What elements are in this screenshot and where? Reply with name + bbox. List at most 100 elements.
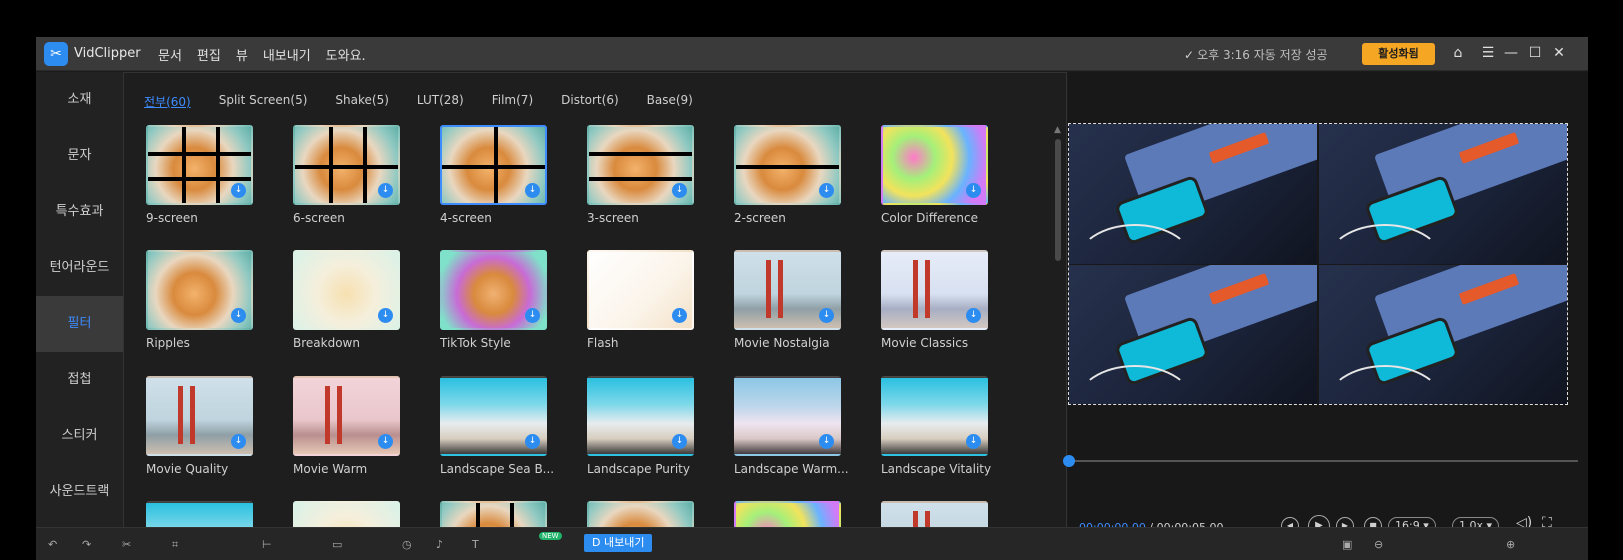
menu-edit[interactable]: 편집 bbox=[197, 45, 221, 64]
sidebar-item-effects[interactable]: 특수효과 bbox=[36, 184, 123, 240]
download-icon[interactable]: ↓ bbox=[819, 308, 834, 323]
filter-card[interactable]: ↓ Movie Warm bbox=[293, 376, 400, 476]
home-icon[interactable]: ⌂ bbox=[1449, 44, 1467, 62]
sidebar-item-text[interactable]: 문자 bbox=[36, 128, 123, 184]
filter-thumbnail[interactable]: ↓ bbox=[734, 125, 841, 205]
filter-thumbnail[interactable]: ↓ bbox=[293, 376, 400, 456]
sidebar-item-soundtrack[interactable]: 사운드트랙 bbox=[36, 464, 123, 520]
tab-base[interactable]: Base(9) bbox=[647, 93, 693, 110]
filter-thumbnail[interactable]: ↓ bbox=[587, 250, 694, 330]
filter-card[interactable]: ↓ Landscape Sea B... bbox=[440, 376, 554, 476]
filter-card[interactable]: ↓ TikTok Style bbox=[440, 250, 547, 350]
filter-card[interactable]: ↓ Landscape Purity bbox=[587, 376, 694, 476]
download-icon[interactable]: ↓ bbox=[966, 308, 981, 323]
tab-film[interactable]: Film(7) bbox=[492, 93, 533, 110]
download-icon[interactable]: ↓ bbox=[231, 183, 246, 198]
download-icon[interactable]: ↓ bbox=[231, 434, 246, 449]
download-icon[interactable]: ↓ bbox=[378, 183, 393, 198]
sidebar-item-filter[interactable]: 필터 bbox=[36, 296, 123, 352]
filter-thumbnail[interactable]: ↓ bbox=[587, 376, 694, 456]
download-icon[interactable]: ↓ bbox=[819, 434, 834, 449]
download-icon[interactable]: ↓ bbox=[966, 183, 981, 198]
filter-thumbnail[interactable]: ↓ bbox=[440, 125, 547, 205]
download-icon[interactable]: ↓ bbox=[525, 308, 540, 323]
sidebar-item-material[interactable]: 소재 bbox=[36, 72, 123, 128]
menu-export[interactable]: 내보내기 bbox=[263, 45, 311, 64]
timer-icon[interactable]: ◷ bbox=[402, 538, 412, 551]
filter-thumbnail[interactable]: ↓ bbox=[881, 125, 988, 205]
playback-progress-bar[interactable] bbox=[1063, 455, 1578, 467]
download-icon[interactable]: ↓ bbox=[966, 434, 981, 449]
download-icon[interactable]: ↓ bbox=[378, 308, 393, 323]
filter-card[interactable]: ↓ Movie Quality bbox=[146, 376, 253, 476]
menu-view[interactable]: 뷰 bbox=[236, 45, 248, 64]
filter-card[interactable]: ↓ 6-screen bbox=[293, 125, 400, 225]
tab-distort[interactable]: Distort(6) bbox=[561, 93, 619, 110]
download-icon[interactable]: ↓ bbox=[672, 183, 687, 198]
filter-card[interactable]: ↓ 4-screen bbox=[440, 125, 547, 225]
menu-document[interactable]: 문서 bbox=[158, 45, 182, 64]
preview-canvas[interactable] bbox=[1068, 123, 1568, 405]
filter-thumbnail[interactable]: ↓ bbox=[587, 125, 694, 205]
filter-card[interactable]: ↓ 3-screen bbox=[587, 125, 694, 225]
filter-card[interactable]: ↓ Landscape Warm... bbox=[734, 376, 849, 476]
close-icon[interactable]: ✕ bbox=[1550, 44, 1568, 62]
filter-scrollbar[interactable]: ▲ ▼ bbox=[1054, 125, 1062, 555]
filter-thumbnail[interactable]: ↓ bbox=[881, 250, 988, 330]
sidebar-item-transitions[interactable]: 턴어라운드 bbox=[36, 240, 123, 296]
download-icon[interactable]: ↓ bbox=[672, 308, 687, 323]
filter-card[interactable]: ↓ Landscape Vitality bbox=[881, 376, 991, 476]
trim-icon[interactable]: ⊢ bbox=[262, 538, 272, 551]
tab-all[interactable]: 전부(60) bbox=[144, 93, 191, 110]
fit-icon[interactable]: ▣ bbox=[1342, 538, 1352, 551]
split-icon[interactable]: ✂ bbox=[122, 538, 131, 551]
filter-thumbnail[interactable]: ↓ bbox=[440, 376, 547, 456]
microphone-icon[interactable]: ♪ bbox=[436, 538, 443, 551]
filter-thumbnail[interactable]: ↓ bbox=[440, 250, 547, 330]
download-icon[interactable]: ↓ bbox=[378, 434, 393, 449]
scroll-thumb[interactable] bbox=[1055, 139, 1061, 261]
filter-card[interactable]: ↓ Movie Classics bbox=[881, 250, 988, 350]
filter-card[interactable]: ↓ Color Difference bbox=[881, 125, 988, 225]
menu-help[interactable]: 도와요. bbox=[326, 45, 366, 64]
filter-thumbnail[interactable]: ↓ bbox=[734, 376, 841, 456]
scroll-up-icon[interactable]: ▲ bbox=[1054, 125, 1061, 135]
screen-icon[interactable]: ▭ bbox=[332, 538, 342, 551]
playhead-handle[interactable] bbox=[1063, 455, 1075, 467]
filter-thumbnail[interactable]: ↓ bbox=[146, 125, 253, 205]
zoom-out-icon[interactable]: ⊖ bbox=[1374, 538, 1383, 551]
filter-card[interactable]: ↓ 9-screen bbox=[146, 125, 253, 225]
filter-card[interactable]: ↓ Breakdown bbox=[293, 250, 400, 350]
redo-icon[interactable]: ↷ bbox=[82, 538, 91, 551]
sidebar-item-overlay[interactable]: 접첩 bbox=[36, 352, 123, 408]
filter-thumbnail[interactable]: ↓ bbox=[293, 250, 400, 330]
download-icon[interactable]: ↓ bbox=[231, 308, 246, 323]
download-icon[interactable]: ↓ bbox=[525, 183, 540, 198]
filter-label: Landscape Purity bbox=[587, 462, 690, 476]
download-icon[interactable]: ↓ bbox=[525, 434, 540, 449]
filter-card[interactable]: ↓ 2-screen bbox=[734, 125, 841, 225]
undo-icon[interactable]: ↶ bbox=[48, 538, 57, 551]
tab-shake[interactable]: Shake(5) bbox=[335, 93, 388, 110]
filter-card[interactable]: ↓ Movie Nostalgia bbox=[734, 250, 841, 350]
filter-thumbnail[interactable]: ↓ bbox=[881, 376, 988, 456]
filter-card[interactable]: ↓ Ripples bbox=[146, 250, 253, 350]
filter-thumbnail[interactable]: ↓ bbox=[146, 250, 253, 330]
zoom-in-icon[interactable]: ⊕ bbox=[1506, 538, 1515, 551]
filter-thumbnail[interactable]: ↓ bbox=[293, 125, 400, 205]
filter-thumbnail[interactable]: ↓ bbox=[734, 250, 841, 330]
export-button[interactable]: D 내보내기 bbox=[584, 534, 653, 552]
hamburger-menu-icon[interactable]: ☰ bbox=[1479, 44, 1497, 62]
tab-split-screen[interactable]: Split Screen(5) bbox=[219, 93, 308, 110]
download-icon[interactable]: ↓ bbox=[672, 434, 687, 449]
maximize-icon[interactable]: ☐ bbox=[1526, 44, 1544, 62]
sidebar-item-sticker[interactable]: 스티커 bbox=[36, 408, 123, 464]
crop-icon[interactable]: ⌗ bbox=[172, 538, 178, 552]
filter-card[interactable]: ↓ Flash bbox=[587, 250, 694, 350]
activate-button[interactable]: 활성화됨 bbox=[1362, 43, 1435, 65]
tab-lut[interactable]: LUT(28) bbox=[417, 93, 464, 110]
filter-thumbnail[interactable]: ↓ bbox=[146, 376, 253, 456]
minimize-icon[interactable]: — bbox=[1502, 44, 1520, 62]
download-icon[interactable]: ↓ bbox=[819, 183, 834, 198]
text-tool-icon[interactable]: T bbox=[472, 538, 479, 551]
